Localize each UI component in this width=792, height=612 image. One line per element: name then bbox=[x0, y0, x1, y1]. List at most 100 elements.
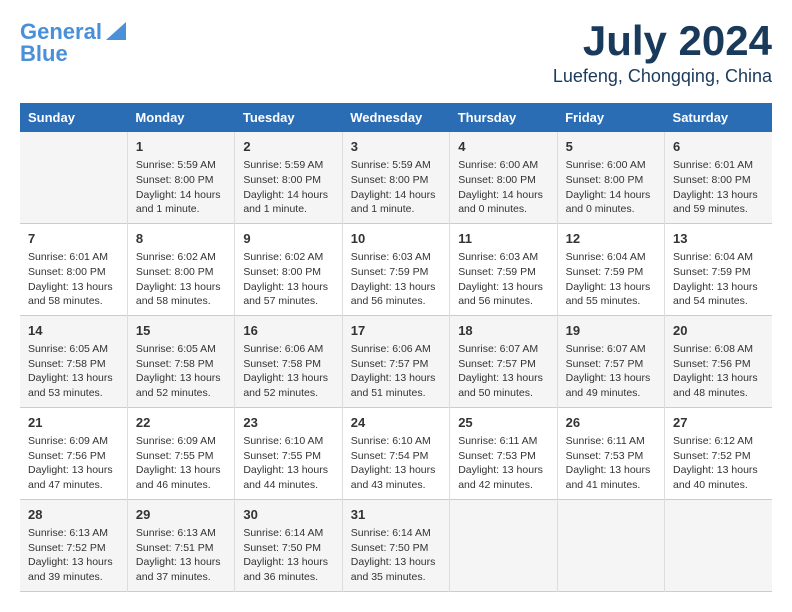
calendar-week-3: 14 Sunrise: 6:05 AM Sunset: 7:58 PM Dayli… bbox=[20, 315, 772, 407]
cell-content: Sunrise: 6:11 AM Sunset: 7:53 PM Dayligh… bbox=[458, 434, 548, 493]
day-number: 24 bbox=[351, 414, 441, 432]
calendar-cell: 1Sunrise: 5:59 AM Sunset: 8:00 PM Daylig… bbox=[127, 132, 234, 223]
calendar-cell: 20 Sunrise: 6:08 AM Sunset: 7:56 PM Dayli… bbox=[665, 315, 772, 407]
cell-content: Sunrise: 6:01 AM Sunset: 8:00 PM Dayligh… bbox=[673, 158, 764, 217]
cell-content: Sunrise: 6:08 AM Sunset: 7:56 PM Dayligh… bbox=[673, 342, 764, 401]
cell-content: Sunrise: 6:12 AM Sunset: 7:52 PM Dayligh… bbox=[673, 434, 764, 493]
calendar-week-5: 28 Sunrise: 6:13 AM Sunset: 7:52 PM Dayli… bbox=[20, 499, 772, 591]
day-number: 27 bbox=[673, 414, 764, 432]
day-number: 16 bbox=[243, 322, 333, 340]
calendar-cell: 15 Sunrise: 6:05 AM Sunset: 7:58 PM Dayli… bbox=[127, 315, 234, 407]
cell-content: Sunrise: 6:06 AM Sunset: 7:58 PM Dayligh… bbox=[243, 342, 333, 401]
calendar-cell: 10 Sunrise: 6:03 AM Sunset: 7:59 PM Dayli… bbox=[342, 223, 449, 315]
cell-content: Sunrise: 6:00 AM Sunset: 8:00 PM Dayligh… bbox=[458, 158, 548, 217]
calendar-cell: 18 Sunrise: 6:07 AM Sunset: 7:57 PM Dayli… bbox=[450, 315, 557, 407]
logo-blue: Blue bbox=[20, 41, 68, 67]
calendar-cell bbox=[20, 132, 127, 223]
day-number: 13 bbox=[673, 230, 764, 248]
calendar-cell: 5 Sunrise: 6:00 AM Sunset: 8:00 PM Daylig… bbox=[557, 132, 664, 223]
calendar-cell: 9Sunrise: 6:02 AM Sunset: 8:00 PM Daylig… bbox=[235, 223, 342, 315]
day-number: 26 bbox=[566, 414, 656, 432]
calendar-cell: 17 Sunrise: 6:06 AM Sunset: 7:57 PM Dayli… bbox=[342, 315, 449, 407]
header-cell-tuesday: Tuesday bbox=[235, 103, 342, 132]
day-number: 22 bbox=[136, 414, 226, 432]
day-number: 23 bbox=[243, 414, 333, 432]
calendar-cell: 14Sunrise: 6:05 AM Sunset: 7:58 PM Dayli… bbox=[20, 315, 127, 407]
logo: General Blue bbox=[20, 20, 126, 67]
title-section: July 2024 Luefeng, Chongqing, China bbox=[553, 20, 772, 87]
calendar-cell: 27 Sunrise: 6:12 AM Sunset: 7:52 PM Dayli… bbox=[665, 407, 772, 499]
day-number: 8 bbox=[136, 230, 226, 248]
day-number: 30 bbox=[243, 506, 333, 524]
day-number: 7 bbox=[28, 230, 119, 248]
calendar-cell: 29 Sunrise: 6:13 AM Sunset: 7:51 PM Dayli… bbox=[127, 499, 234, 591]
calendar-cell bbox=[450, 499, 557, 591]
cell-content: Sunrise: 6:04 AM Sunset: 7:59 PM Dayligh… bbox=[673, 250, 764, 309]
day-number: 20 bbox=[673, 322, 764, 340]
calendar-cell: 19 Sunrise: 6:07 AM Sunset: 7:57 PM Dayli… bbox=[557, 315, 664, 407]
day-number: 10 bbox=[351, 230, 441, 248]
day-number: 19 bbox=[566, 322, 656, 340]
cell-content: Sunrise: 6:11 AM Sunset: 7:53 PM Dayligh… bbox=[566, 434, 656, 493]
calendar-cell: 23Sunrise: 6:10 AM Sunset: 7:55 PM Dayli… bbox=[235, 407, 342, 499]
cell-content: Sunrise: 6:14 AM Sunset: 7:50 PM Dayligh… bbox=[351, 526, 441, 585]
cell-content: Sunrise: 6:07 AM Sunset: 7:57 PM Dayligh… bbox=[458, 342, 548, 401]
day-number: 29 bbox=[136, 506, 226, 524]
cell-content: Sunrise: 6:02 AM Sunset: 8:00 PM Dayligh… bbox=[136, 250, 226, 309]
header-cell-sunday: Sunday bbox=[20, 103, 127, 132]
cell-content: Sunrise: 6:00 AM Sunset: 8:00 PM Dayligh… bbox=[566, 158, 656, 217]
logo-icon bbox=[106, 22, 126, 40]
calendar-week-1: 1Sunrise: 5:59 AM Sunset: 8:00 PM Daylig… bbox=[20, 132, 772, 223]
page-header: General Blue July 2024 Luefeng, Chongqin… bbox=[20, 20, 772, 87]
calendar-cell: 16 Sunrise: 6:06 AM Sunset: 7:58 PM Dayli… bbox=[235, 315, 342, 407]
cell-content: Sunrise: 6:14 AM Sunset: 7:50 PM Dayligh… bbox=[243, 526, 333, 585]
calendar-week-4: 21Sunrise: 6:09 AM Sunset: 7:56 PM Dayli… bbox=[20, 407, 772, 499]
calendar-cell: 22Sunrise: 6:09 AM Sunset: 7:55 PM Dayli… bbox=[127, 407, 234, 499]
cell-content: Sunrise: 5:59 AM Sunset: 8:00 PM Dayligh… bbox=[243, 158, 333, 217]
calendar-cell: 28 Sunrise: 6:13 AM Sunset: 7:52 PM Dayli… bbox=[20, 499, 127, 591]
day-number: 31 bbox=[351, 506, 441, 524]
day-number: 3 bbox=[351, 138, 441, 156]
header-cell-friday: Friday bbox=[557, 103, 664, 132]
location-subtitle: Luefeng, Chongqing, China bbox=[553, 66, 772, 87]
cell-content: Sunrise: 6:01 AM Sunset: 8:00 PM Dayligh… bbox=[28, 250, 119, 309]
calendar-table: SundayMondayTuesdayWednesdayThursdayFrid… bbox=[20, 103, 772, 592]
header-cell-thursday: Thursday bbox=[450, 103, 557, 132]
calendar-cell: 8 Sunrise: 6:02 AM Sunset: 8:00 PM Daylig… bbox=[127, 223, 234, 315]
calendar-cell: 21Sunrise: 6:09 AM Sunset: 7:56 PM Dayli… bbox=[20, 407, 127, 499]
cell-content: Sunrise: 6:06 AM Sunset: 7:57 PM Dayligh… bbox=[351, 342, 441, 401]
cell-content: Sunrise: 6:04 AM Sunset: 7:59 PM Dayligh… bbox=[566, 250, 656, 309]
cell-content: Sunrise: 6:05 AM Sunset: 7:58 PM Dayligh… bbox=[136, 342, 226, 401]
day-number: 15 bbox=[136, 322, 226, 340]
day-number: 2 bbox=[243, 138, 333, 156]
calendar-body: 1Sunrise: 5:59 AM Sunset: 8:00 PM Daylig… bbox=[20, 132, 772, 591]
cell-content: Sunrise: 6:03 AM Sunset: 7:59 PM Dayligh… bbox=[351, 250, 441, 309]
day-number: 21 bbox=[28, 414, 119, 432]
calendar-cell bbox=[557, 499, 664, 591]
calendar-cell: 13 Sunrise: 6:04 AM Sunset: 7:59 PM Dayli… bbox=[665, 223, 772, 315]
day-number: 18 bbox=[458, 322, 548, 340]
cell-content: Sunrise: 5:59 AM Sunset: 8:00 PM Dayligh… bbox=[351, 158, 441, 217]
day-number: 28 bbox=[28, 506, 119, 524]
day-number: 9 bbox=[243, 230, 333, 248]
calendar-cell: 7 Sunrise: 6:01 AM Sunset: 8:00 PM Daylig… bbox=[20, 223, 127, 315]
calendar-header: SundayMondayTuesdayWednesdayThursdayFrid… bbox=[20, 103, 772, 132]
day-number: 5 bbox=[566, 138, 656, 156]
calendar-cell: 25Sunrise: 6:11 AM Sunset: 7:53 PM Dayli… bbox=[450, 407, 557, 499]
day-number: 12 bbox=[566, 230, 656, 248]
day-number: 14 bbox=[28, 322, 119, 340]
cell-content: Sunrise: 5:59 AM Sunset: 8:00 PM Dayligh… bbox=[136, 158, 226, 217]
calendar-cell: 26 Sunrise: 6:11 AM Sunset: 7:53 PM Dayli… bbox=[557, 407, 664, 499]
cell-content: Sunrise: 6:13 AM Sunset: 7:51 PM Dayligh… bbox=[136, 526, 226, 585]
calendar-cell bbox=[665, 499, 772, 591]
calendar-cell: 2 Sunrise: 5:59 AM Sunset: 8:00 PM Daylig… bbox=[235, 132, 342, 223]
calendar-cell: 4 Sunrise: 6:00 AM Sunset: 8:00 PM Daylig… bbox=[450, 132, 557, 223]
cell-content: Sunrise: 6:10 AM Sunset: 7:54 PM Dayligh… bbox=[351, 434, 441, 493]
day-number: 17 bbox=[351, 322, 441, 340]
cell-content: Sunrise: 6:13 AM Sunset: 7:52 PM Dayligh… bbox=[28, 526, 119, 585]
calendar-cell: 3 Sunrise: 5:59 AM Sunset: 8:00 PM Daylig… bbox=[342, 132, 449, 223]
calendar-cell: 30 Sunrise: 6:14 AM Sunset: 7:50 PM Dayli… bbox=[235, 499, 342, 591]
day-number: 4 bbox=[458, 138, 548, 156]
cell-content: Sunrise: 6:07 AM Sunset: 7:57 PM Dayligh… bbox=[566, 342, 656, 401]
month-year-title: July 2024 bbox=[553, 20, 772, 62]
